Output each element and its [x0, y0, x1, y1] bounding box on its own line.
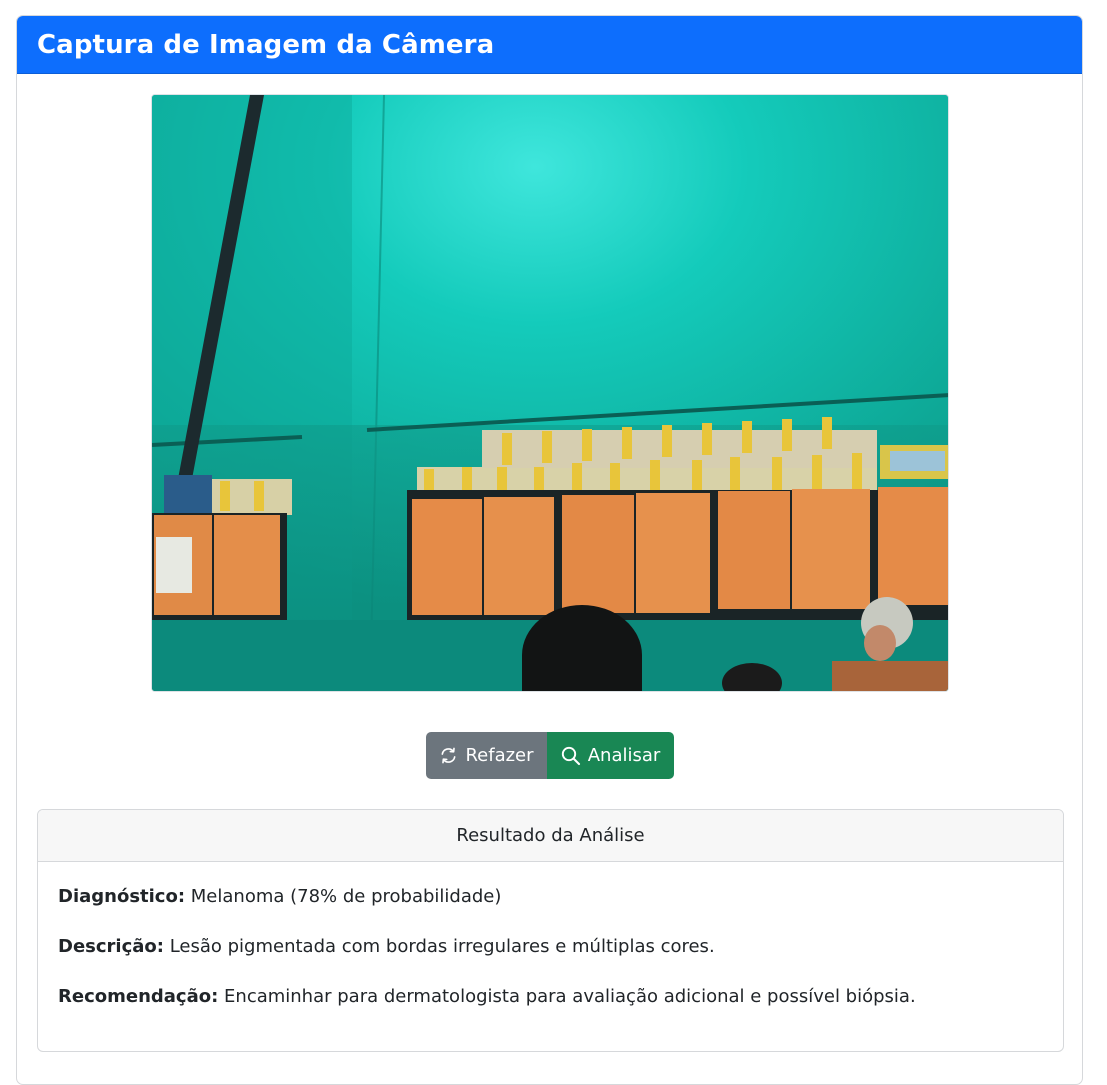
diagnosis-value: Melanoma (78% de probabilidade): [190, 886, 502, 907]
redo-button-label: Refazer: [465, 745, 534, 766]
captured-photo-image: [152, 95, 948, 691]
camera-capture-card: Captura de Imagem da Câmera Refazer Anal…: [16, 15, 1083, 1085]
description-value: Lesão pigmentada com bordas irregulares …: [169, 936, 715, 957]
analysis-result-card: Resultado da Análise Diagnóstico: Melano…: [37, 809, 1064, 1052]
diagnosis-label: Diagnóstico:: [58, 886, 186, 907]
redo-button[interactable]: Refazer: [426, 732, 547, 779]
description-row: Descrição: Lesão pigmentada com bordas i…: [58, 928, 1043, 978]
page-title: Captura de Imagem da Câmera: [37, 29, 495, 60]
analysis-result-title: Resultado da Análise: [38, 810, 1063, 862]
recommendation-value: Encaminhar para dermatologista para aval…: [224, 986, 916, 1007]
analyze-button[interactable]: Analisar: [547, 732, 674, 779]
refresh-icon: [441, 747, 456, 764]
capture-actions: Refazer Analisar: [426, 732, 674, 779]
analyze-button-label: Analisar: [587, 745, 661, 766]
description-label: Descrição:: [58, 936, 164, 957]
search-icon: [561, 746, 580, 765]
recommendation-row: Recomendação: Encaminhar para dermatolog…: [58, 978, 1043, 1028]
diagnosis-row: Diagnóstico: Melanoma (78% de probabilid…: [58, 878, 1043, 928]
analysis-result-body: Diagnóstico: Melanoma (78% de probabilid…: [38, 862, 1063, 1028]
captured-photo: [151, 94, 949, 692]
card-header: Captura de Imagem da Câmera: [17, 16, 1082, 74]
recommendation-label: Recomendação:: [58, 986, 219, 1007]
